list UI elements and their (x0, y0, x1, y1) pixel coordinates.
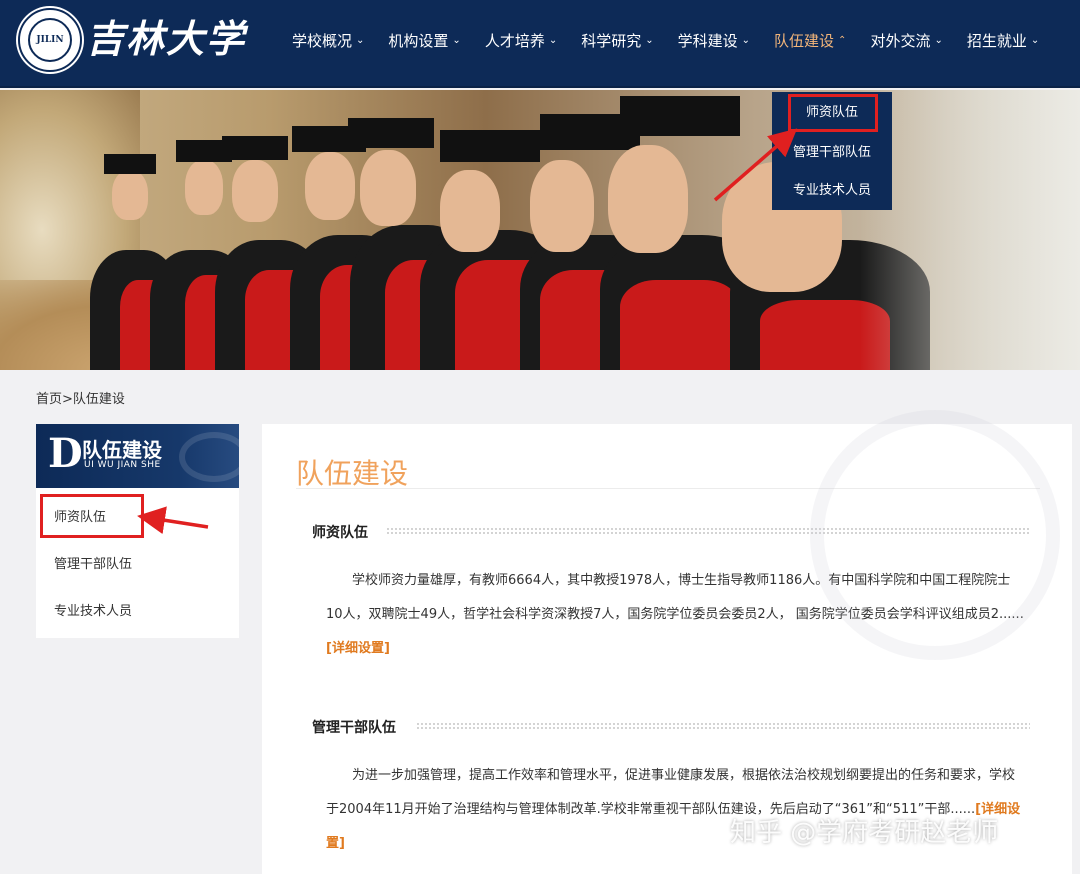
sidebar-highlight-box (40, 494, 144, 538)
sidebar-header-letter: D (48, 430, 83, 477)
nav-item-disciplines[interactable]: 学科建设 ⌄ (666, 22, 762, 60)
nav-item-exchange[interactable]: 对外交流 ⌄ (858, 22, 954, 60)
nav-item-education[interactable]: 人才培养 ⌄ (473, 22, 569, 60)
chevron-down-icon: ⌄ (356, 35, 365, 46)
sidebar-item-management[interactable]: 管理干部队伍 (54, 553, 132, 572)
sidebar-header-pinyin: UI WU JIAN SHE (84, 460, 161, 470)
section-title-management: 管理干部队伍 (312, 720, 396, 736)
nav-item-research[interactable]: 科学研究 ⌄ (569, 22, 665, 60)
dropdown-item-technical[interactable]: 专业技术人员 (772, 172, 892, 210)
chevron-down-icon: ⌄ (548, 35, 558, 46)
main-content: 队伍建设 师资队伍 学校师资力量雄厚，有教师6664人，其中教授1978人，博士… (262, 410, 1072, 874)
main-nav: 学校概况 ⌄ 机构设置 ⌄ 人才培养 ⌄ 科学研究 ⌄ 学科建设 ⌄ 队伍建设 ⌃ 对外交流… (280, 22, 1051, 60)
decorative-swoosh (179, 432, 239, 482)
nav-item-faculty[interactable]: 队伍建设 ⌃ (762, 22, 858, 60)
sidebar-header-title: 队伍建设 (82, 438, 162, 462)
faculty-dropdown-menu: 师资队伍 管理干部队伍 专业技术人员 (772, 92, 892, 210)
chevron-up-icon: ⌃ (838, 35, 847, 46)
page-title: 队伍建设 (296, 457, 409, 490)
nav-item-admissions[interactable]: 招生就业 ⌄ (955, 22, 1051, 60)
site-header: JILIN 吉林大学 学校概况 ⌄ 机构设置 ⌄ 人才培养 ⌄ 科学研究 ⌄ 学科建设 ⌄… (0, 0, 1080, 88)
chevron-down-icon: ⌄ (934, 35, 943, 46)
chevron-down-icon: ⌄ (645, 35, 654, 46)
chevron-down-icon: ⌄ (452, 35, 461, 46)
nav-item-organization[interactable]: 机构设置 ⌄ (376, 22, 472, 60)
chevron-down-icon: ⌄ (741, 35, 751, 46)
dropdown-item-management[interactable]: 管理干部队伍 (772, 134, 892, 172)
breadcrumb[interactable]: 首页>队伍建设 (36, 388, 125, 407)
zhihu-watermark: 知乎 @学府考研赵老师 (730, 818, 999, 848)
chevron-down-icon: ⌄ (1030, 35, 1040, 46)
section-dotted-divider (416, 722, 1030, 730)
seal-inner: JILIN (28, 18, 72, 62)
nav-item-overview[interactable]: 学校概况 ⌄ (280, 22, 376, 60)
more-link-teachers[interactable]: [详细设置] (326, 641, 390, 656)
section-title-teachers: 师资队伍 (312, 525, 368, 541)
dropdown-item-teachers[interactable]: 师资队伍 (772, 94, 892, 132)
university-name-logo[interactable]: 吉林大学 (86, 12, 246, 66)
hero-banner-image (0, 90, 1080, 370)
sidebar-item-technical[interactable]: 专业技术人员 (54, 600, 132, 619)
university-seal-logo[interactable]: JILIN (18, 8, 82, 72)
sidebar-header: D 队伍建设 UI WU JIAN SHE (36, 424, 239, 488)
decorative-seal-watermark (810, 410, 1060, 660)
